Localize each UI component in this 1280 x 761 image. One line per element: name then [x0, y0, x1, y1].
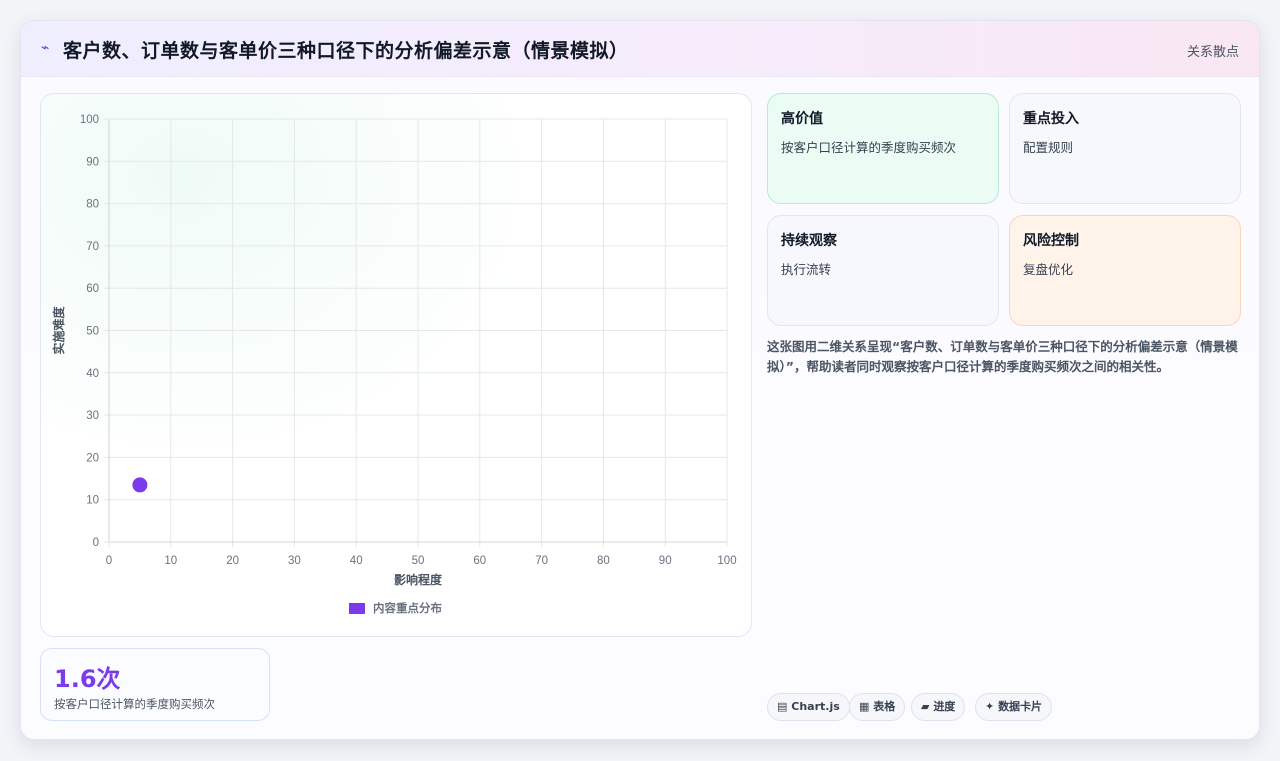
- stat-label: 按客户口径计算的季度购买频次: [54, 697, 215, 711]
- y-tick-label: 90: [86, 156, 99, 168]
- y-tick-label: 70: [86, 241, 99, 253]
- quadrant-card-observe[interactable]: 持续观察 执行流转: [767, 215, 999, 326]
- x-tick-label: 30: [288, 555, 301, 567]
- quadrant-card-risk[interactable]: 风险控制 复盘优化: [1009, 215, 1241, 326]
- chip-chartjs[interactable]: ▤ Chart.js: [767, 693, 850, 721]
- chart-icon: ▤: [777, 700, 788, 713]
- header: ⌁ 客户数、订单数与客单价三种口径下的分析偏差示意（情景模拟） 关系散点: [21, 21, 1259, 77]
- quadrant-subtitle: 配置规则: [1023, 140, 1074, 155]
- chip-label: 进度: [933, 700, 956, 713]
- quadrant-card-focus-invest[interactable]: 重点投入 配置规则: [1009, 93, 1241, 204]
- y-tick-label: 20: [86, 452, 99, 464]
- y-tick-label: 40: [86, 368, 99, 380]
- x-axis-label: 影响程度: [394, 572, 443, 587]
- chart-description: 这张图用二维关系呈现“客户数、订单数与客单价三种口径下的分析偏差示意（情景模拟）…: [767, 339, 1238, 374]
- page-title: 客户数、订单数与客单价三种口径下的分析偏差示意（情景模拟）: [63, 40, 629, 62]
- chart-panel: 0 10 20 30 40 50 60 70 80 90 100 0 10 20 30 40 50 60 70 80 9…: [40, 93, 752, 637]
- y-tick-label: 50: [86, 326, 99, 338]
- y-tick-label: 30: [86, 410, 99, 422]
- y-tick-label: 100: [80, 114, 99, 126]
- legend-swatch: [349, 603, 365, 614]
- x-tick-label: 0: [106, 555, 112, 567]
- y-tick-label: 10: [86, 495, 99, 507]
- quadrant-title: 风险控制: [1023, 233, 1079, 249]
- scatter-chart: 0 10 20 30 40 50 60 70 80 90 100 0 10 20 30 40 50 60 70 80 9…: [51, 114, 737, 615]
- x-tick-label: 70: [535, 555, 548, 567]
- stat-value: 1.6次: [54, 665, 121, 693]
- y-axis-label: 实施难度: [51, 306, 66, 355]
- y-tick-label: 80: [86, 199, 99, 211]
- quadrant-card-high-value[interactable]: 高价值 按客户口径计算的季度购买频次: [767, 93, 999, 204]
- x-tick-label: 50: [412, 555, 425, 567]
- lightning-icon: ⌁: [41, 40, 50, 56]
- quadrant-subtitle: 复盘优化: [1023, 262, 1074, 277]
- x-tick-label: 20: [226, 555, 239, 567]
- stat-card: 1.6次 按客户口径计算的季度购买频次: [40, 648, 270, 721]
- x-tick-label: 60: [473, 555, 486, 567]
- y-tick-label: 60: [86, 283, 99, 295]
- quadrant-title: 高价值: [781, 111, 823, 127]
- chart-type-tag: 关系散点: [1186, 45, 1239, 60]
- quadrant-title: 重点投入: [1023, 111, 1079, 127]
- y-tick-label: 0: [93, 537, 99, 549]
- x-tick-label: 90: [659, 555, 672, 567]
- quadrant-subtitle: 按客户口径计算的季度购买频次: [781, 140, 957, 155]
- x-tick-label: 40: [350, 555, 363, 567]
- chip-label: 数据卡片: [998, 700, 1043, 713]
- progress-icon: ▰: [921, 700, 930, 713]
- quadrant-title: 持续观察: [781, 233, 837, 249]
- chip-table[interactable]: ▦ 表格: [849, 693, 906, 721]
- table-icon: ▦: [859, 700, 870, 713]
- quadrant-subtitle: 执行流转: [781, 262, 832, 277]
- chip-data-card[interactable]: ✦ 数据卡片: [975, 693, 1053, 721]
- legend-label: 内容重点分布: [373, 601, 442, 615]
- x-tick-label: 10: [164, 555, 177, 567]
- chip-label: Chart.js: [791, 700, 840, 713]
- chip-label: 表格: [873, 700, 896, 713]
- main-card: ⌁ 客户数、订单数与客单价三种口径下的分析偏差示意（情景模拟） 关系散点 0 10…: [20, 20, 1260, 740]
- x-tick-label: 100: [717, 555, 736, 567]
- chip-progress[interactable]: ▰ 进度: [911, 693, 966, 721]
- scatter-point: [132, 477, 148, 493]
- x-tick-label: 80: [597, 555, 610, 567]
- sparkle-icon: ✦: [985, 700, 995, 713]
